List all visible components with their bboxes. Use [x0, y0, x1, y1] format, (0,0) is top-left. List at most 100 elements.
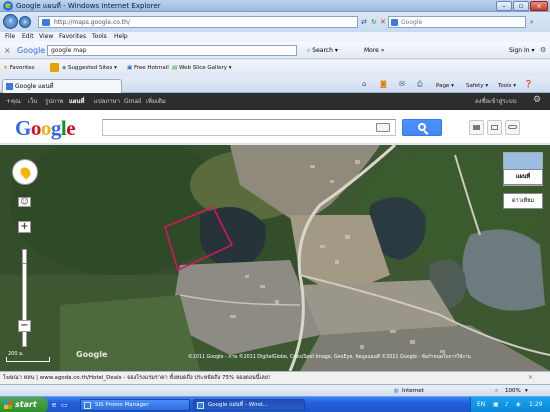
- zoom-icon[interactable]: ⌕: [495, 387, 498, 395]
- gbar-gear-icon[interactable]: ⚙: [533, 95, 541, 106]
- toolbar-wrench-icon[interactable]: ⚙: [540, 46, 546, 55]
- free-hotmail-link[interactable]: ▣ Free Hotmail: [127, 64, 169, 72]
- tools-menu[interactable]: Tools ▾: [498, 82, 516, 90]
- compat-view-icon[interactable]: ⇄: [361, 17, 367, 27]
- language-icon[interactable]: EN: [477, 400, 485, 409]
- zoom-dropdown-icon[interactable]: ▾: [525, 387, 528, 395]
- envelope-icon: [491, 125, 498, 130]
- tab-google-maps[interactable]: Google แผนที่: [2, 79, 122, 93]
- search-placeholder: Google: [401, 19, 423, 26]
- menu-view[interactable]: View: [39, 33, 53, 41]
- favorites-button[interactable]: ★ Favorites: [3, 64, 35, 72]
- map-type-button[interactable]: แผนที่: [503, 169, 543, 185]
- help-icon[interactable]: ❓: [524, 79, 533, 89]
- pegman-icon[interactable]: [18, 165, 33, 180]
- search-go-icon[interactable]: ⌕: [530, 17, 534, 27]
- google-logo[interactable]: Google: [15, 116, 76, 140]
- print-map-button[interactable]: [469, 120, 484, 135]
- maximize-button[interactable]: ▫: [513, 1, 529, 11]
- feeds-icon[interactable]: ◙: [380, 79, 387, 89]
- forward-button[interactable]: ›: [19, 16, 31, 28]
- quick-launch-desktop-icon[interactable]: ▭: [61, 400, 68, 410]
- page-favicon-icon: [42, 19, 50, 26]
- taskbar-item-ie[interactable]: Google แผนที่ - Wind...: [193, 399, 305, 411]
- printer-icon: [473, 125, 480, 130]
- start-button[interactable]: start: [0, 397, 48, 412]
- page-menu-label: Page: [436, 83, 450, 89]
- tab-row: Google แผนที่ ⌂ ◙ ✉ ⎙ Page ▾ Safety ▾ To…: [0, 77, 550, 93]
- toolbar-sign-in-label: Sign In: [509, 47, 530, 54]
- ad-close-icon[interactable]: ✕: [528, 374, 533, 382]
- minimize-button[interactable]: –: [496, 1, 512, 11]
- web-slice-icon: ▤: [172, 65, 178, 71]
- address-bar: ‹ › http://maps.google.co.th/ ⇄ ↻ ✕ Goog…: [0, 12, 550, 32]
- window-title: Google แผนที่ - Windows Internet Explore…: [16, 2, 161, 10]
- read-mail-icon[interactable]: ✉: [399, 79, 405, 89]
- url-text: http://maps.google.co.th/: [54, 19, 130, 26]
- gbar-translate[interactable]: แปลภาษา: [94, 97, 120, 106]
- toolbar-divider: ·: [339, 47, 341, 54]
- toolbar-google-logo: Google: [17, 46, 45, 56]
- taskbar-item-sis-label: SIS Promo Manager: [95, 402, 149, 408]
- maps-search-input[interactable]: [102, 119, 396, 136]
- satellite-type-button[interactable]: ดาวเทียม: [503, 193, 543, 209]
- maps-search-button[interactable]: [402, 119, 442, 136]
- browser-search-input[interactable]: Google: [388, 16, 526, 28]
- toolbar-sign-in[interactable]: Sign In ▾: [509, 47, 535, 55]
- pan-control[interactable]: [12, 159, 38, 185]
- zoom-slider-handle[interactable]: [22, 263, 27, 264]
- gbar-gmail[interactable]: Gmail: [124, 97, 142, 106]
- ad-text[interactable]: โฆษณา หลน | www.agoda.co.th/Hotel_Deals …: [3, 374, 270, 382]
- gbar-more[interactable]: เพิ่มเติม: [146, 97, 166, 106]
- close-button[interactable]: ×: [530, 1, 548, 11]
- toolbar-more-label: More: [364, 47, 379, 54]
- zoom-in-button[interactable]: +: [18, 221, 31, 233]
- menu-tools[interactable]: Tools: [92, 33, 107, 41]
- gbar-plus-you[interactable]: +คุณ: [6, 97, 21, 106]
- gbar-maps[interactable]: แผนที่: [69, 97, 84, 106]
- zoom-level[interactable]: 100%: [505, 387, 521, 395]
- toolbar-brand: Google: [17, 46, 46, 55]
- add-favorite-icon[interactable]: [50, 63, 59, 72]
- satellite-map[interactable]: ☺ + − 200 ม. แผนที่ ดาวเทียม Google ©201…: [0, 145, 550, 371]
- security-icon[interactable]: ◈: [516, 400, 521, 409]
- gbar-images[interactable]: รูปภาพ: [45, 97, 63, 106]
- web-slice-gallery-link[interactable]: ▤ Web Slice Gallery ▾: [172, 64, 232, 72]
- zoom-out-button[interactable]: −: [18, 320, 31, 332]
- tools-menu-label: Tools: [498, 83, 512, 89]
- send-link-button[interactable]: [487, 120, 502, 135]
- safety-menu-label: Safety: [466, 83, 484, 89]
- volume-icon[interactable]: ♪: [505, 400, 509, 409]
- stop-icon[interactable]: ✕: [380, 17, 386, 27]
- menu-file[interactable]: File: [5, 33, 15, 41]
- network-icon[interactable]: ▣: [493, 400, 499, 409]
- gbar-sign-in[interactable]: ลงชื่อเข้าสู่ระบบ: [475, 97, 517, 106]
- favorites-label: Favorites: [9, 65, 35, 71]
- toolbar-query: google map: [51, 47, 87, 54]
- url-input[interactable]: http://maps.google.co.th/: [38, 16, 358, 28]
- toolbar-more-button[interactable]: More »: [364, 47, 384, 55]
- menu-help[interactable]: Help: [114, 33, 128, 41]
- google-bar: +คุณ เว็บ รูปภาพ แผนที่ แปลภาษา Gmail เพ…: [0, 93, 550, 110]
- home-icon[interactable]: ⌂: [362, 79, 366, 89]
- quick-launch-ie-icon[interactable]: e: [52, 400, 56, 410]
- page-menu[interactable]: Page ▾: [436, 82, 454, 90]
- menu-edit[interactable]: Edit: [22, 33, 34, 41]
- pegman-button[interactable]: ☺: [18, 197, 31, 207]
- toolbar-search-button[interactable]: ⌕ Search ▾: [307, 47, 338, 55]
- print-icon[interactable]: ⎙: [417, 79, 423, 89]
- google-toolbar: × Google google map ⌕ Search ▾ · More » …: [0, 42, 550, 59]
- back-button[interactable]: ‹: [3, 14, 18, 29]
- google-logo-letter: g: [50, 116, 62, 140]
- taskbar-item-sis[interactable]: SIS Promo Manager: [80, 399, 190, 411]
- gbar-web[interactable]: เว็บ: [28, 97, 37, 106]
- menu-favorites[interactable]: Favorites: [59, 33, 86, 41]
- close-toolbar-icon[interactable]: ×: [4, 46, 11, 56]
- satellite-imagery: [0, 145, 550, 371]
- refresh-icon[interactable]: ↻: [371, 17, 377, 27]
- suggested-sites-link[interactable]: ◆ Suggested Sites ▾: [62, 64, 117, 72]
- toolbar-search-input[interactable]: google map: [47, 45, 297, 56]
- keyboard-icon[interactable]: [376, 123, 390, 132]
- safety-menu[interactable]: Safety ▾: [466, 82, 488, 90]
- link-button[interactable]: [505, 120, 520, 135]
